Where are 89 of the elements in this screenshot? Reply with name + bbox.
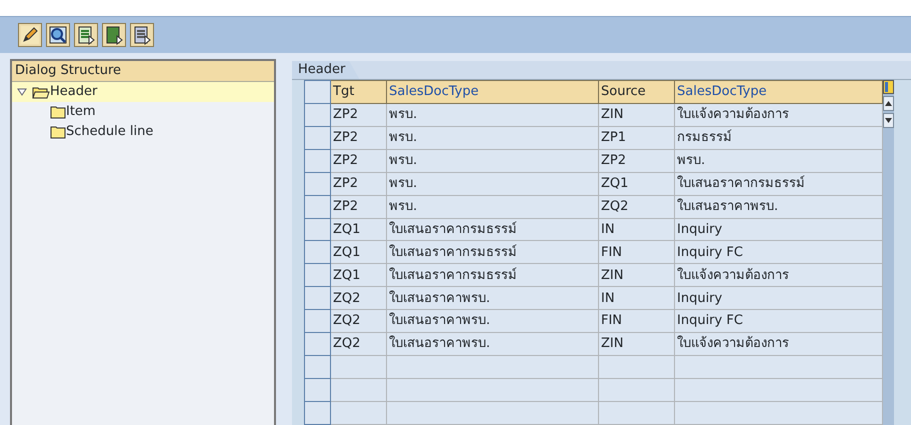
select-all-cell[interactable]	[304, 80, 330, 104]
column-header[interactable]: Source	[598, 80, 674, 104]
table-cell: FIN	[598, 240, 674, 264]
table-cell: ZQ1	[598, 172, 674, 196]
select-all-button[interactable]	[74, 23, 98, 47]
table-cell: IN	[598, 286, 674, 310]
table-cell: ZIN	[598, 264, 674, 287]
table-cell: ใบแจ้งความต้องการ	[674, 103, 882, 126]
vertical-scrollbar[interactable]	[883, 80, 894, 425]
table-cell: ใบเสนอราคากรมธรรม์	[386, 240, 598, 264]
table-cell: ใบเสนอราคากรมธรรม์	[386, 264, 598, 287]
table-cell: ZQ1	[330, 240, 386, 264]
table-cell: ZP2	[330, 195, 386, 218]
table-cell: ZIN	[598, 103, 674, 126]
edit-pencil-button[interactable]	[18, 23, 42, 47]
table-cell: ZP1	[598, 126, 674, 150]
row-selector[interactable]	[304, 332, 330, 356]
table-cell: พรบ.	[386, 195, 598, 218]
table-cell: ใบเสนอราคาพรบ.	[674, 195, 882, 218]
row-selector[interactable]	[304, 401, 330, 424]
table-cell: ZQ2	[598, 195, 674, 218]
table-cell: ZQ2	[330, 310, 386, 333]
table-cell: ZP2	[330, 126, 386, 150]
scroll-down-icon[interactable]	[883, 113, 894, 128]
edit-pencil-icon	[20, 25, 40, 45]
table-cell: ZQ2	[330, 286, 386, 310]
collapse-icon[interactable]	[17, 88, 27, 96]
table-cell: ZP2	[330, 149, 386, 172]
table-cell: Inquiry	[674, 218, 882, 241]
table-cell: พรบ.	[674, 149, 882, 172]
table-cell: ZQ2	[330, 332, 386, 356]
row-selector[interactable]	[304, 149, 330, 172]
table-cell: ZP2	[330, 103, 386, 126]
search-icon	[48, 25, 68, 45]
row-selector[interactable]	[304, 378, 330, 402]
table-cell: Inquiry	[674, 286, 882, 310]
row-selector[interactable]	[304, 356, 330, 378]
table-cell: ใบเสนอราคาพรบ.	[386, 286, 598, 310]
row-selector[interactable]	[304, 310, 330, 333]
tree-label: Header	[50, 83, 98, 101]
table-cell: ZQ1	[330, 218, 386, 241]
tree-label: Schedule line	[66, 123, 154, 141]
deselect-all-button[interactable]	[130, 23, 154, 47]
table-cell: กรมธรรม์	[674, 126, 882, 150]
table-cell: ใบเสนอราคาพรบ.	[386, 310, 598, 333]
panel-title: Dialog Structure	[12, 61, 274, 82]
search-button[interactable]	[46, 23, 70, 47]
scroll-up-icon[interactable]	[883, 96, 894, 111]
table-cell: ZP2	[330, 172, 386, 196]
tree-item[interactable]: Item	[12, 102, 274, 122]
table-cell: Inquiry FC	[674, 240, 882, 264]
table-cell: ใบแจ้งความต้องการ	[674, 264, 882, 287]
row-selector[interactable]	[304, 103, 330, 126]
table-cell: ZP2	[598, 149, 674, 172]
folder-icon	[50, 105, 66, 119]
table-cell: พรบ.	[386, 149, 598, 172]
row-selector[interactable]	[304, 264, 330, 287]
table-cell: ใบเสนอราคาพรบ.	[386, 332, 598, 356]
table-cell: IN	[598, 218, 674, 241]
folder-icon	[32, 85, 50, 99]
table-cell: ใบเสนอราคากรมธรรม์	[674, 172, 882, 196]
table-cell: ZIN	[598, 332, 674, 356]
table-cell: Inquiry FC	[674, 310, 882, 333]
tree-label: Item	[66, 103, 96, 121]
row-selector[interactable]	[304, 172, 330, 196]
row-selector[interactable]	[304, 195, 330, 218]
table-cell: FIN	[598, 310, 674, 333]
select-all-icon	[76, 25, 96, 45]
row-selector[interactable]	[304, 286, 330, 310]
column-header[interactable]: SalesDocType	[386, 80, 598, 104]
table-cell: ZQ1	[330, 264, 386, 287]
select-block-button[interactable]	[102, 23, 126, 47]
table-cell: พรบ.	[386, 103, 598, 126]
table-tab[interactable]: Header	[292, 61, 360, 79]
column-header[interactable]: Tgt	[330, 80, 386, 104]
table-cell: ใบแจ้งความต้องการ	[674, 332, 882, 356]
table-cell: พรบ.	[386, 172, 598, 196]
row-selector[interactable]	[304, 126, 330, 150]
folder-icon	[50, 125, 66, 139]
tree-item[interactable]: Schedule line	[12, 122, 274, 142]
tree-item[interactable]: Header	[12, 82, 274, 102]
row-selector[interactable]	[304, 240, 330, 264]
column-header[interactable]: SalesDocType	[674, 80, 882, 104]
select-block-icon	[104, 25, 124, 45]
row-selector[interactable]	[304, 218, 330, 241]
table-cell: ใบเสนอราคากรมธรรม์	[386, 218, 598, 241]
table-cell: พรบ.	[386, 126, 598, 150]
deselect-all-icon	[132, 25, 152, 45]
column-settings-icon[interactable]	[883, 80, 894, 94]
